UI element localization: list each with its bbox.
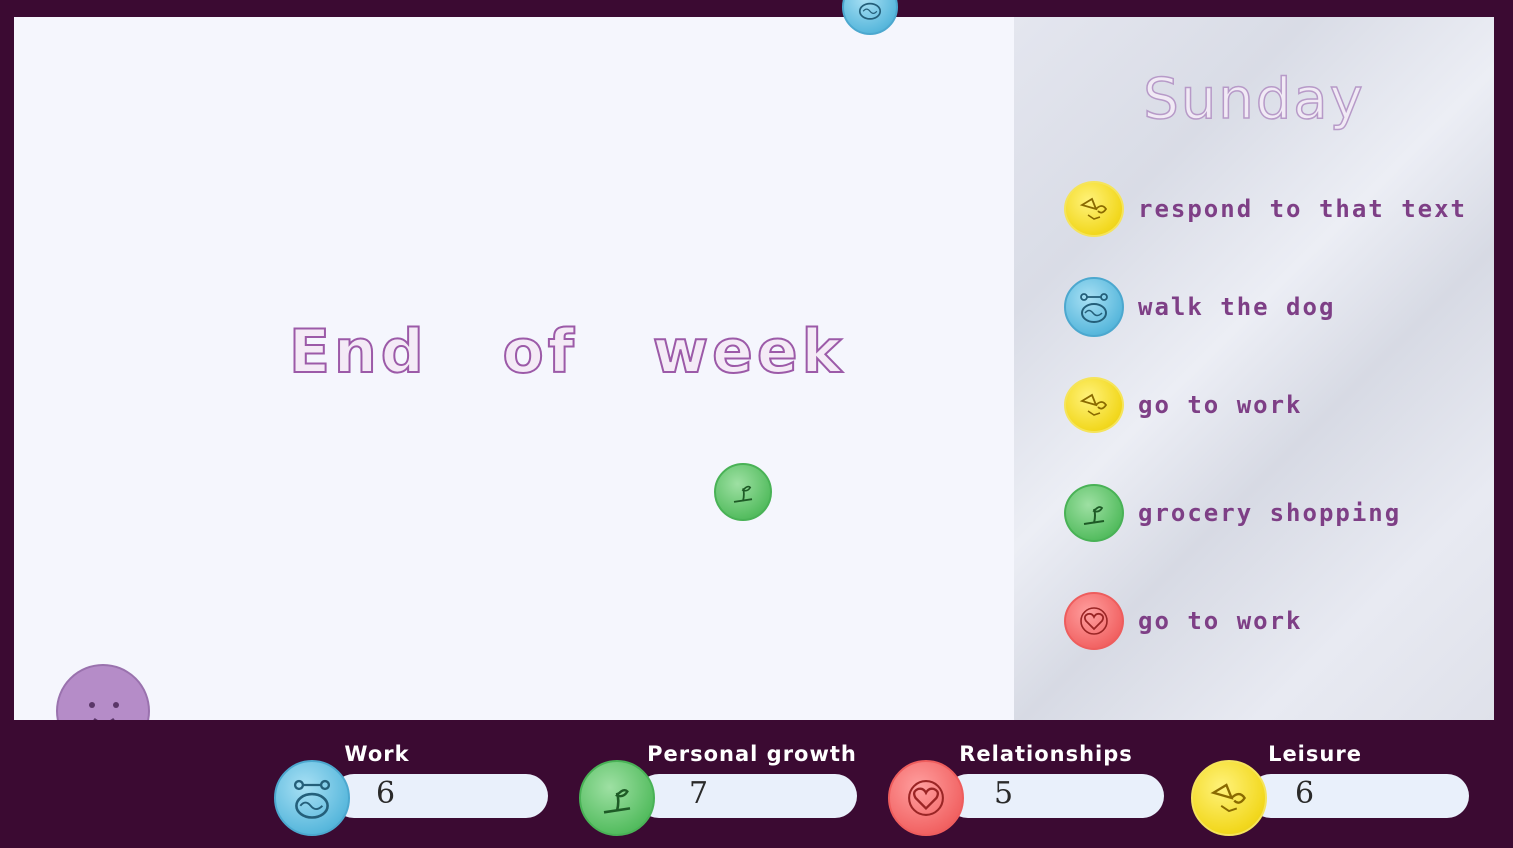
heart-icon	[908, 780, 944, 816]
stat-bar	[637, 774, 857, 818]
task-label: grocery shopping	[1138, 499, 1402, 527]
stat-value: 6	[376, 776, 396, 811]
end-of-week-headline: End of week	[288, 316, 846, 388]
leisure-token	[1191, 760, 1267, 836]
stat-bar	[332, 774, 548, 818]
leisure-token	[1064, 181, 1124, 237]
kite-icon	[1210, 783, 1247, 813]
stat-work: Work 6	[272, 720, 552, 848]
task-label: go to work	[1138, 607, 1303, 635]
sprout-icon	[603, 789, 631, 814]
stat-value: 5	[994, 776, 1014, 811]
leisure-token	[1064, 377, 1124, 433]
task-label: walk the dog	[1138, 293, 1336, 321]
sprout-icon	[733, 485, 753, 503]
schedule-panel: Sunday respond to that text walk the dog	[1014, 17, 1494, 720]
stat-bar	[946, 774, 1164, 818]
kite-icon	[1079, 197, 1108, 220]
task-label: respond to that text	[1138, 195, 1467, 223]
work-token	[1064, 277, 1124, 337]
task-item[interactable]: go to work	[1064, 591, 1303, 651]
stat-label: Work	[344, 742, 410, 766]
kite-icon	[1079, 393, 1108, 416]
brain-dumbbell-icon	[858, 2, 882, 20]
stats-hud: Work 6 Personal growth 7 Relationships 5…	[0, 720, 1513, 848]
task-item[interactable]: grocery shopping	[1064, 483, 1401, 543]
stat-relationships: Relationships 5	[886, 720, 1170, 848]
heart-icon	[1080, 607, 1108, 635]
task-item[interactable]: walk the dog	[1064, 277, 1335, 337]
personal-growth-token	[579, 760, 655, 836]
relationships-token	[888, 760, 964, 836]
stat-bar	[1249, 774, 1469, 818]
relationships-token	[1064, 592, 1124, 650]
game-stage: End of week	[14, 0, 1014, 720]
falling-personal-growth-token[interactable]	[714, 463, 772, 521]
stat-value: 7	[689, 776, 709, 811]
stat-leisure: Leisure 6	[1189, 720, 1473, 848]
stat-personal-growth: Personal growth 7	[577, 720, 862, 848]
task-item[interactable]: go to work	[1064, 375, 1303, 435]
task-label: go to work	[1138, 391, 1303, 419]
falling-work-token[interactable]	[842, 0, 898, 35]
day-title: Sunday	[1142, 66, 1365, 133]
brain-dumbbell-icon	[293, 779, 331, 819]
brain-dumbbell-icon	[1080, 293, 1108, 323]
sprout-icon	[1083, 506, 1105, 525]
stat-label: Leisure	[1268, 742, 1362, 766]
work-token	[274, 760, 350, 836]
stat-label: Personal growth	[647, 742, 857, 766]
stat-value: 6	[1295, 776, 1315, 811]
personal-growth-token	[1064, 484, 1124, 542]
task-item[interactable]: respond to that text	[1064, 179, 1467, 239]
stat-label: Relationships	[959, 742, 1133, 766]
